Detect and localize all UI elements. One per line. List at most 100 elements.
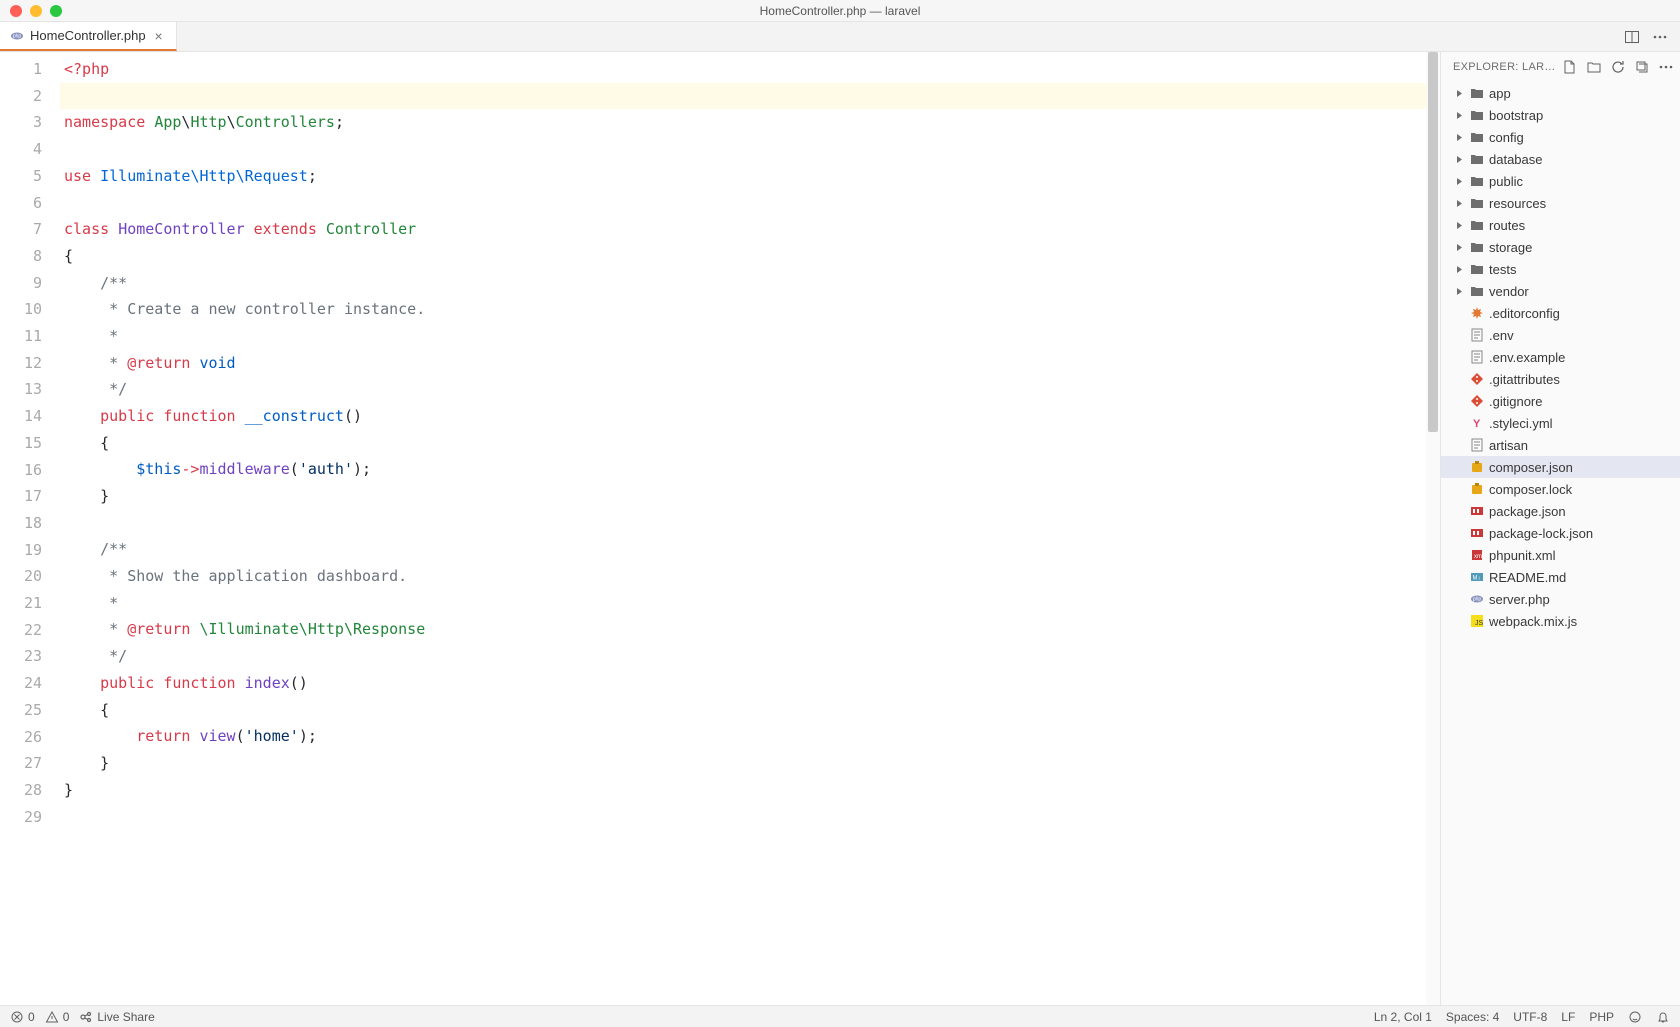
code-line[interactable]: <?php xyxy=(60,56,1426,83)
maximize-window-button[interactable] xyxy=(50,5,62,17)
file-item[interactable]: phpserver.php xyxy=(1441,588,1680,610)
code-line[interactable]: * Show the application dashboard. xyxy=(60,563,1426,590)
file-item[interactable]: M↓README.md xyxy=(1441,566,1680,588)
code-line[interactable]: * @return \Illuminate\Http\Response xyxy=(60,616,1426,643)
file-item[interactable]: package.json xyxy=(1441,500,1680,522)
file-item[interactable]: Y.styleci.yml xyxy=(1441,412,1680,434)
new-folder-button[interactable] xyxy=(1586,59,1602,75)
file-item[interactable]: artisan xyxy=(1441,434,1680,456)
code-line[interactable]: public function __construct() xyxy=(60,403,1426,430)
code-line[interactable] xyxy=(60,803,1426,830)
line-number: 17 xyxy=(0,483,60,510)
file-name: webpack.mix.js xyxy=(1489,614,1577,629)
tab-homecontroller[interactable]: php HomeController.php × xyxy=(0,22,177,51)
minimize-window-button[interactable] xyxy=(30,5,42,17)
code-line[interactable]: { xyxy=(60,430,1426,457)
file-item[interactable]: JS webpack.mix.js xyxy=(1441,610,1680,632)
file-item[interactable]: .editorconfig xyxy=(1441,302,1680,324)
code-line[interactable]: } xyxy=(60,750,1426,777)
code-line[interactable]: /** xyxy=(60,270,1426,297)
code-line[interactable]: class HomeController extends Controller xyxy=(60,216,1426,243)
folder-item[interactable]: resources xyxy=(1441,192,1680,214)
file-item[interactable]: .gitignore xyxy=(1441,390,1680,412)
code-line[interactable]: * xyxy=(60,590,1426,617)
folder-item[interactable]: database xyxy=(1441,148,1680,170)
code-line[interactable] xyxy=(60,83,1426,110)
scrollbar-thumb[interactable] xyxy=(1428,52,1438,432)
file-item[interactable]: .env.example xyxy=(1441,346,1680,368)
file-item[interactable]: .gitattributes xyxy=(1441,368,1680,390)
code-line[interactable]: * Create a new controller instance. xyxy=(60,296,1426,323)
new-file-button[interactable] xyxy=(1562,59,1578,75)
code-line[interactable] xyxy=(60,189,1426,216)
code-line[interactable] xyxy=(60,136,1426,163)
refresh-button[interactable] xyxy=(1610,59,1626,75)
composer-icon xyxy=(1469,460,1485,474)
file-item[interactable]: xml phpunit.xml xyxy=(1441,544,1680,566)
vertical-scrollbar[interactable] xyxy=(1426,52,1440,1005)
folder-icon xyxy=(1469,174,1485,188)
svg-text:M↓: M↓ xyxy=(1473,576,1481,582)
notifications-button[interactable] xyxy=(1656,1010,1670,1024)
code-line[interactable]: } xyxy=(60,483,1426,510)
file-item[interactable]: .env xyxy=(1441,324,1680,346)
line-number: 18 xyxy=(0,510,60,537)
errors-status[interactable]: 0 xyxy=(10,1010,35,1024)
line-number: 2 xyxy=(0,83,60,110)
svg-text:php: php xyxy=(1473,597,1482,603)
file-item[interactable]: composer.json xyxy=(1441,456,1680,478)
folder-item[interactable]: storage xyxy=(1441,236,1680,258)
code-line[interactable] xyxy=(60,510,1426,537)
cursor-position-status[interactable]: Ln 2, Col 1 xyxy=(1374,1010,1432,1024)
svg-text:JS: JS xyxy=(1475,620,1484,627)
folder-icon xyxy=(1469,262,1485,276)
more-actions-button[interactable] xyxy=(1652,29,1668,45)
xml-icon: xml xyxy=(1469,548,1485,562)
tab-close-button[interactable]: × xyxy=(152,29,166,43)
language-status[interactable]: PHP xyxy=(1589,1010,1614,1024)
code-line[interactable]: return view('home'); xyxy=(60,723,1426,750)
indentation-status[interactable]: Spaces: 4 xyxy=(1446,1010,1499,1024)
folder-item[interactable]: bootstrap xyxy=(1441,104,1680,126)
code-line[interactable]: { xyxy=(60,243,1426,270)
file-item[interactable]: package-lock.json xyxy=(1441,522,1680,544)
line-number: 3 xyxy=(0,109,60,136)
code-line[interactable]: * @return void xyxy=(60,350,1426,377)
folder-item[interactable]: public xyxy=(1441,170,1680,192)
encoding-status[interactable]: UTF-8 xyxy=(1513,1010,1547,1024)
folder-item[interactable]: tests xyxy=(1441,258,1680,280)
file-name: .gitattributes xyxy=(1489,372,1560,387)
eol-status[interactable]: LF xyxy=(1561,1010,1575,1024)
code-line[interactable]: namespace App\Http\Controllers; xyxy=(60,109,1426,136)
warnings-status[interactable]: 0 xyxy=(45,1010,70,1024)
code-line[interactable]: */ xyxy=(60,376,1426,403)
feedback-button[interactable] xyxy=(1628,1010,1642,1024)
line-number: 6 xyxy=(0,190,60,217)
svg-text:php: php xyxy=(13,33,22,39)
line-number: 25 xyxy=(0,697,60,724)
code-line[interactable]: $this->middleware('auth'); xyxy=(60,456,1426,483)
file-name: phpunit.xml xyxy=(1489,548,1555,563)
code-editor[interactable]: <?php namespace App\Http\Controllers; use … xyxy=(60,52,1426,1005)
collapse-all-button[interactable] xyxy=(1634,59,1650,75)
folder-item[interactable]: vendor xyxy=(1441,280,1680,302)
line-number: 19 xyxy=(0,537,60,564)
code-line[interactable]: * xyxy=(60,323,1426,350)
folder-item[interactable]: app xyxy=(1441,82,1680,104)
code-line[interactable]: use Illuminate\Http\Request; xyxy=(60,163,1426,190)
line-number: 1 xyxy=(0,56,60,83)
split-editor-button[interactable] xyxy=(1624,29,1640,45)
line-number: 5 xyxy=(0,163,60,190)
explorer-more-button[interactable] xyxy=(1658,59,1674,75)
code-line[interactable]: */ xyxy=(60,643,1426,670)
folder-item[interactable]: config xyxy=(1441,126,1680,148)
code-line[interactable]: /** xyxy=(60,536,1426,563)
live-share-status[interactable]: Live Share xyxy=(79,1010,154,1024)
code-line[interactable]: } xyxy=(60,777,1426,804)
folder-item[interactable]: routes xyxy=(1441,214,1680,236)
code-line[interactable]: public function index() xyxy=(60,670,1426,697)
file-item[interactable]: composer.lock xyxy=(1441,478,1680,500)
editor-pane[interactable]: 1234567891011121314151617181920212223242… xyxy=(0,52,1440,1005)
code-line[interactable]: { xyxy=(60,697,1426,724)
close-window-button[interactable] xyxy=(10,5,22,17)
